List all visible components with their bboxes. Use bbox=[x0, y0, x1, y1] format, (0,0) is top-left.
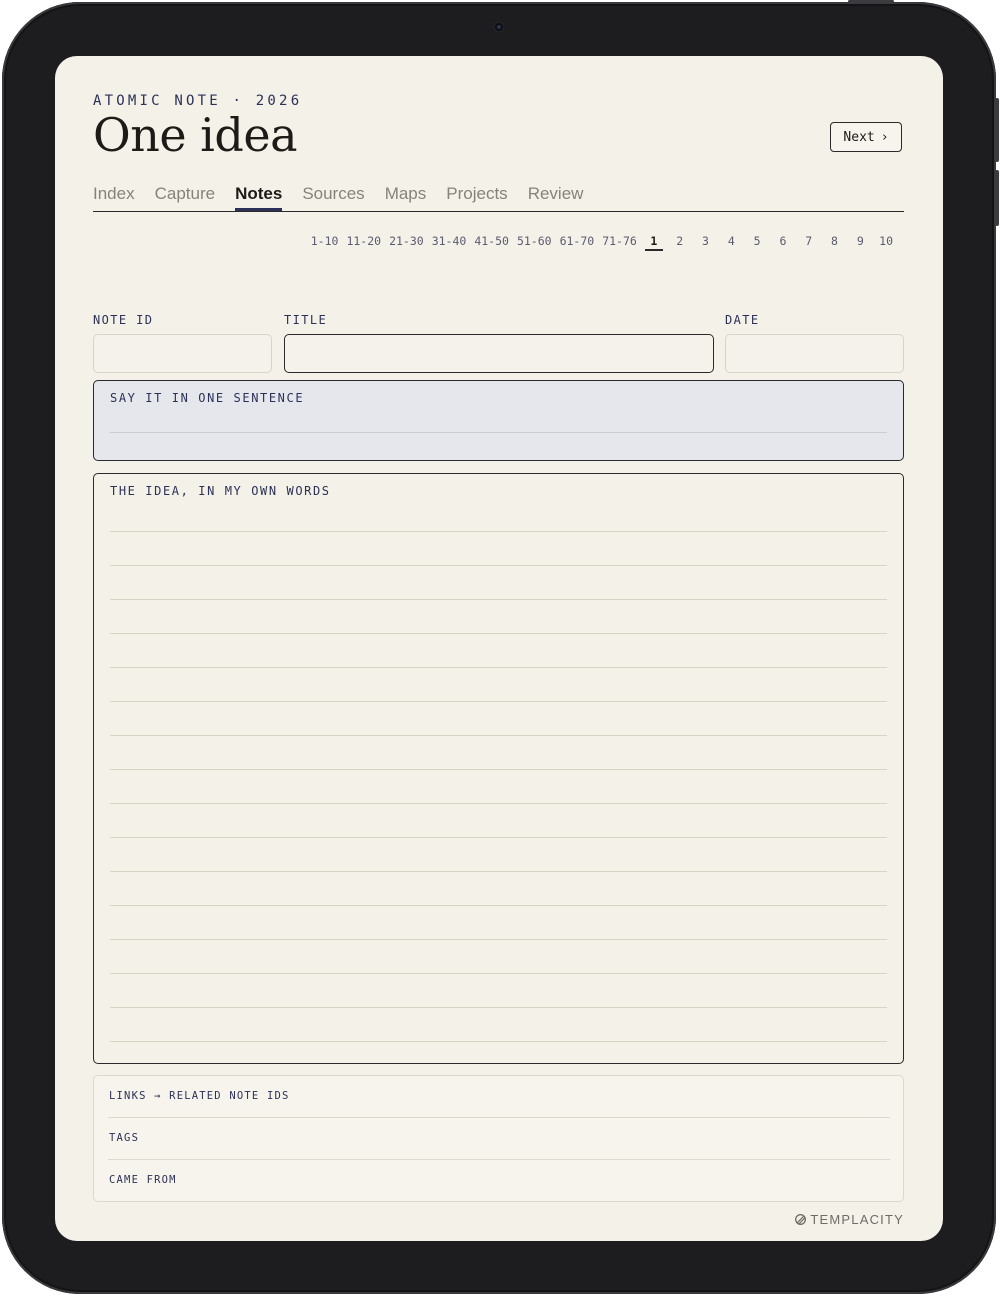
chevron-right-icon: › bbox=[880, 129, 889, 145]
one-sentence-box[interactable]: SAY IT IN ONE SENTENCE bbox=[93, 380, 904, 461]
next-button[interactable]: Next › bbox=[830, 122, 902, 152]
writing-line bbox=[110, 633, 887, 634]
templacity-logo-icon bbox=[795, 1214, 807, 1225]
tab-review[interactable]: Review bbox=[528, 184, 584, 211]
page-number-link[interactable]: 7 bbox=[796, 233, 822, 251]
planner-page: ATOMIC NOTE · 2026 One idea Next › Index… bbox=[55, 56, 943, 1241]
tab-maps[interactable]: Maps bbox=[385, 184, 427, 211]
page-range-link[interactable]: 51-60 bbox=[513, 233, 556, 251]
title-field[interactable] bbox=[284, 334, 714, 373]
top-button bbox=[848, 0, 894, 3]
page-number-link[interactable]: 2 bbox=[667, 233, 693, 251]
writing-line bbox=[110, 667, 887, 668]
page-navigator: 1-10 11-20 21-30 31-40 41-50 51-60 61-70… bbox=[307, 233, 899, 251]
came-from-label: CAME FROM bbox=[109, 1174, 177, 1186]
came-from-row[interactable]: CAME FROM bbox=[108, 1160, 890, 1202]
writing-line bbox=[110, 871, 887, 872]
page-range-link[interactable]: 21-30 bbox=[385, 233, 428, 251]
page-number-link[interactable]: 8 bbox=[822, 233, 848, 251]
page-number-link[interactable]: 3 bbox=[693, 233, 719, 251]
page-title: One idea bbox=[93, 108, 298, 162]
page-range-link[interactable]: 71-76 bbox=[598, 233, 641, 251]
title-label: TITLE bbox=[284, 313, 328, 327]
writing-line bbox=[110, 939, 887, 940]
next-button-label: Next bbox=[843, 129, 875, 145]
tags-row[interactable]: TAGS bbox=[108, 1118, 890, 1160]
page-range-link[interactable]: 31-40 bbox=[428, 233, 471, 251]
writing-line bbox=[110, 565, 887, 566]
tab-notes[interactable]: Notes bbox=[235, 184, 283, 211]
page-eyebrow: ATOMIC NOTE · 2026 bbox=[93, 93, 303, 109]
front-camera-icon bbox=[493, 21, 505, 33]
section-tabs: Index Capture Notes Sources Maps Project… bbox=[93, 184, 904, 212]
page-range-link[interactable]: 11-20 bbox=[342, 233, 385, 251]
brand-mark: TEMPLACITY bbox=[794, 1212, 904, 1227]
writing-line bbox=[110, 701, 887, 702]
writing-line bbox=[110, 837, 887, 838]
page-number-link[interactable]: 5 bbox=[744, 233, 770, 251]
writing-line bbox=[110, 769, 887, 770]
brand-name: TEMPLACITY bbox=[810, 1212, 904, 1227]
date-label: DATE bbox=[725, 313, 760, 327]
tab-capture[interactable]: Capture bbox=[155, 184, 215, 211]
links-label: LINKS → RELATED NOTE IDS bbox=[109, 1090, 290, 1102]
page-number-link[interactable]: 6 bbox=[770, 233, 796, 251]
writing-line bbox=[110, 1041, 887, 1042]
note-id-label: NOTE ID bbox=[93, 313, 154, 327]
idea-label: THE IDEA, IN MY OWN WORDS bbox=[110, 484, 331, 498]
volume-down-button bbox=[995, 170, 999, 226]
page-number-link[interactable]: 10 bbox=[873, 233, 899, 251]
writing-line bbox=[110, 735, 887, 736]
date-field[interactable] bbox=[725, 334, 904, 373]
page-range-link[interactable]: 1-10 bbox=[307, 233, 343, 251]
writing-line bbox=[110, 531, 887, 532]
tab-projects[interactable]: Projects bbox=[446, 184, 507, 211]
tab-index[interactable]: Index bbox=[93, 184, 135, 211]
page-number-link-active[interactable]: 1 bbox=[644, 233, 663, 251]
writing-line bbox=[110, 905, 887, 906]
tab-sources[interactable]: Sources bbox=[302, 184, 364, 211]
links-row[interactable]: LINKS → RELATED NOTE IDS bbox=[108, 1076, 890, 1118]
writing-line bbox=[110, 803, 887, 804]
page-number-link[interactable]: 4 bbox=[718, 233, 744, 251]
page-number-link[interactable]: 9 bbox=[847, 233, 873, 251]
page-range-link[interactable]: 61-70 bbox=[556, 233, 599, 251]
idea-writing-box[interactable]: THE IDEA, IN MY OWN WORDS bbox=[93, 473, 904, 1064]
writing-line bbox=[110, 432, 887, 433]
page-range-link[interactable]: 41-50 bbox=[470, 233, 513, 251]
writing-line bbox=[110, 599, 887, 600]
writing-line bbox=[110, 1007, 887, 1008]
volume-up-button bbox=[995, 98, 999, 162]
tags-label: TAGS bbox=[109, 1132, 140, 1144]
links-panel: LINKS → RELATED NOTE IDS TAGS CAME FROM bbox=[93, 1075, 904, 1202]
one-sentence-label: SAY IT IN ONE SENTENCE bbox=[110, 391, 305, 405]
note-id-field[interactable] bbox=[93, 334, 272, 373]
writing-line bbox=[110, 973, 887, 974]
